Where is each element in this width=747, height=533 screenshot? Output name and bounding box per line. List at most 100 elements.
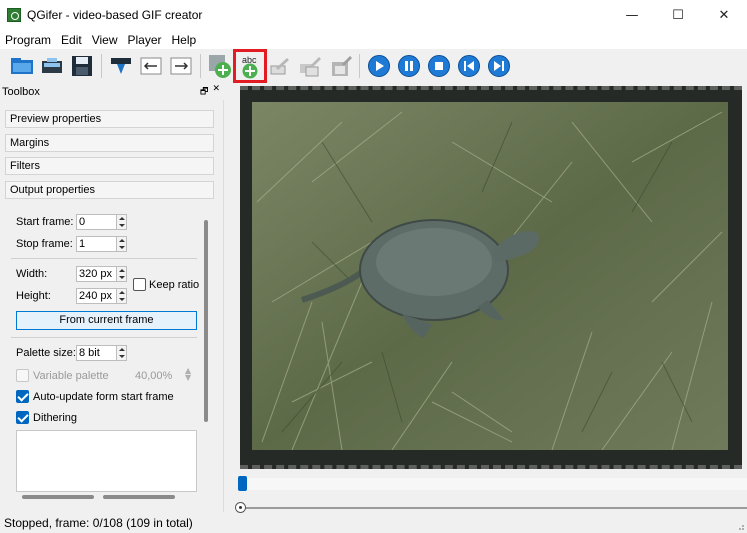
extract-icon bbox=[42, 57, 62, 73]
close-button[interactable]: ✕ bbox=[701, 0, 747, 30]
video-frame bbox=[252, 102, 728, 450]
title-bar: QGifer - video-based GIF creator — ☐ ✕ bbox=[0, 0, 747, 30]
toolbox-title: Toolbox bbox=[2, 86, 40, 98]
edit-objects-button[interactable] bbox=[296, 52, 324, 80]
seek-slider-track[interactable] bbox=[240, 507, 747, 509]
menu-program[interactable]: Program bbox=[0, 33, 56, 47]
dithering-checkbox[interactable] bbox=[16, 411, 29, 424]
toolbar-separator bbox=[359, 53, 360, 78]
stop-icon bbox=[428, 54, 450, 77]
remove-object-icon bbox=[332, 55, 352, 76]
spin-arrows-icon[interactable] bbox=[116, 215, 126, 229]
remove-object-button[interactable] bbox=[326, 52, 354, 80]
auto-update-checkbox[interactable] bbox=[16, 390, 29, 403]
add-text-label: abc bbox=[242, 55, 257, 65]
spin-arrows-icon[interactable] bbox=[116, 267, 126, 281]
start-frame-label: Start frame: bbox=[16, 216, 74, 228]
edit-object-icon bbox=[270, 57, 289, 74]
edit-objects-icon bbox=[300, 56, 321, 76]
open-video-icon bbox=[11, 57, 33, 74]
palette-size-value: 8 bit bbox=[79, 347, 100, 359]
spin-arrows-icon[interactable] bbox=[116, 237, 126, 251]
section-filters[interactable]: Filters bbox=[5, 157, 214, 175]
toolbar-separator bbox=[101, 53, 102, 78]
section-margins[interactable]: Margins bbox=[5, 134, 214, 152]
menu-help[interactable]: Help bbox=[167, 33, 202, 47]
add-object-icon bbox=[209, 54, 231, 78]
float-dock-icon[interactable]: 🗗 bbox=[200, 84, 208, 100]
height-value: 240 px bbox=[79, 290, 113, 302]
palette-size-label: Palette size: bbox=[16, 347, 76, 359]
toolbox-hscroll-right[interactable] bbox=[103, 495, 175, 499]
spin-arrows-icon[interactable] bbox=[116, 289, 126, 303]
stop-frame-spinbox[interactable]: 1 bbox=[76, 236, 127, 252]
height-label: Height: bbox=[16, 290, 51, 302]
save-button[interactable] bbox=[68, 52, 96, 80]
play-button[interactable] bbox=[365, 52, 393, 80]
variable-palette-value[interactable]: 40,00% bbox=[135, 370, 172, 382]
seek-slider-knob[interactable] bbox=[235, 502, 246, 513]
toolbox-scrollbar[interactable] bbox=[204, 220, 208, 422]
maximize-button[interactable]: ☐ bbox=[655, 0, 701, 30]
next-button[interactable] bbox=[485, 52, 513, 80]
palette-size-spinbox[interactable]: 8 bit bbox=[76, 345, 127, 361]
height-spinbox[interactable]: 240 px bbox=[76, 288, 127, 304]
toolbox-header: Toolbox 🗗 ✕ bbox=[0, 84, 224, 100]
stop-frame-label: Stop frame: bbox=[16, 238, 73, 250]
toolbox-hscroll-left[interactable] bbox=[22, 495, 94, 499]
stop-button[interactable] bbox=[425, 52, 453, 80]
from-current-frame-button[interactable]: From current frame bbox=[16, 311, 197, 330]
section-preview-properties[interactable]: Preview properties bbox=[5, 110, 214, 128]
width-value: 320 px bbox=[79, 268, 113, 280]
section-output-properties[interactable]: Output properties bbox=[5, 181, 214, 199]
video-frame-image bbox=[252, 102, 728, 450]
start-frame-icon bbox=[140, 57, 162, 74]
extract-button[interactable] bbox=[38, 52, 66, 80]
open-video-button[interactable] bbox=[8, 52, 36, 80]
variable-palette-checkbox[interactable] bbox=[16, 369, 29, 382]
menu-view[interactable]: View bbox=[87, 33, 123, 47]
keep-ratio-label: Keep ratio bbox=[149, 279, 200, 291]
divider bbox=[11, 337, 197, 338]
pause-button[interactable] bbox=[395, 52, 423, 80]
variable-palette-spin-icon: ▲ ▼ bbox=[185, 366, 192, 382]
menu-player[interactable]: Player bbox=[123, 33, 167, 47]
app-logo-icon bbox=[7, 8, 21, 22]
pause-icon bbox=[398, 54, 420, 77]
keep-ratio-checkbox[interactable] bbox=[133, 278, 146, 291]
filters-list[interactable] bbox=[16, 430, 197, 492]
start-frame-button[interactable] bbox=[137, 52, 165, 80]
previous-button[interactable] bbox=[455, 52, 483, 80]
status-bar: Stopped, frame: 0/108 (109 in total) bbox=[0, 513, 747, 533]
status-text: Stopped, frame: 0/108 (109 in total) bbox=[4, 516, 193, 530]
menu-bar: Program Edit View Player Help bbox=[0, 30, 747, 49]
export-icon bbox=[111, 57, 131, 74]
toolbar-separator bbox=[200, 53, 201, 78]
add-text-button[interactable]: abc bbox=[233, 48, 267, 83]
save-icon bbox=[72, 55, 92, 76]
close-dock-icon[interactable]: ✕ bbox=[212, 84, 220, 100]
auto-update-label: Auto-update form start frame bbox=[33, 391, 174, 403]
spin-arrows-icon[interactable] bbox=[116, 346, 126, 360]
frame-range-track[interactable] bbox=[238, 478, 747, 490]
stop-frame-icon bbox=[170, 57, 192, 74]
add-object-button[interactable] bbox=[206, 52, 234, 80]
previous-icon bbox=[458, 54, 480, 77]
export-button[interactable] bbox=[107, 52, 135, 80]
window-controls: — ☐ ✕ bbox=[609, 0, 747, 30]
width-spinbox[interactable]: 320 px bbox=[76, 266, 127, 282]
dithering-label: Dithering bbox=[33, 412, 78, 424]
edit-object-button[interactable] bbox=[266, 52, 294, 80]
minimize-button[interactable]: — bbox=[609, 0, 655, 30]
start-frame-value: 0 bbox=[79, 216, 86, 228]
resize-grip-icon[interactable] bbox=[735, 521, 745, 531]
stop-frame-value: 1 bbox=[79, 238, 86, 250]
add-text-icon: abc bbox=[242, 55, 258, 78]
frame-range-handle[interactable] bbox=[238, 476, 247, 491]
start-frame-spinbox[interactable]: 0 bbox=[76, 214, 127, 230]
width-label: Width: bbox=[16, 268, 48, 280]
stop-frame-button[interactable] bbox=[167, 52, 195, 80]
variable-palette-label: Variable palette bbox=[33, 370, 109, 382]
menu-edit[interactable]: Edit bbox=[56, 33, 87, 47]
toolbar: abc bbox=[0, 48, 747, 83]
